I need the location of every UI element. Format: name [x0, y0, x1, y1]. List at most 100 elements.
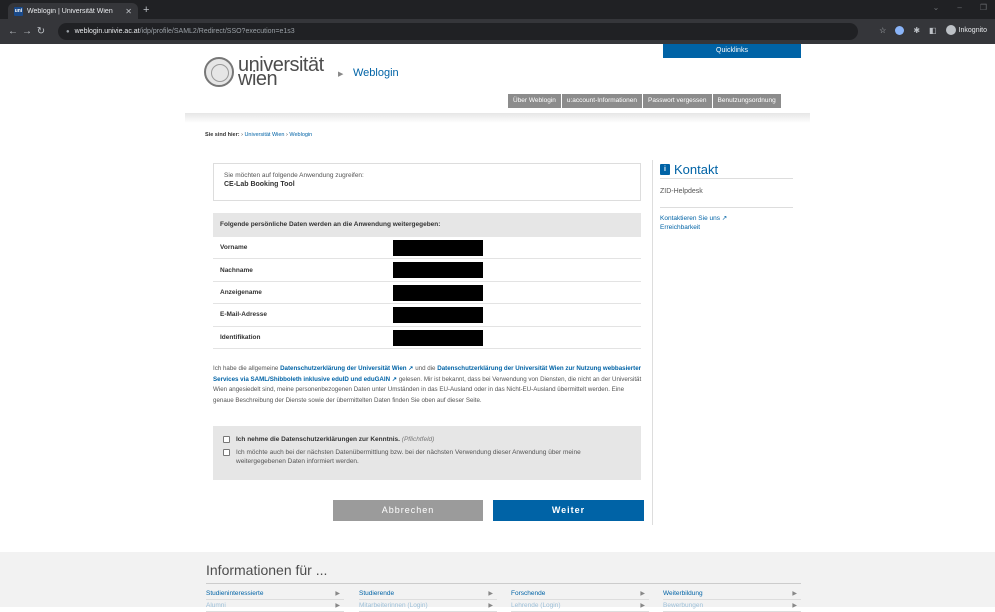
triangle-right-icon: ▶ — [335, 591, 340, 597]
incognito-indicator[interactable]: Inkognito — [945, 25, 987, 35]
helpdesk-label: ZID-Helpdesk — [660, 188, 793, 208]
forward-arrow-icon[interactable]: → — [20, 26, 34, 37]
incognito-icon — [945, 25, 956, 35]
chevron-down-icon[interactable]: ⌄ — [933, 3, 940, 12]
close-tab-icon[interactable]: ✕ — [125, 7, 132, 16]
redacted-value — [393, 329, 483, 346]
footer: Informationen für ... Studieninteressier… — [0, 552, 995, 612]
breadcrumb: Sie sind hier: › Universität Wien › Webl… — [205, 132, 312, 138]
breadcrumb-item-weblogin[interactable]: Weblogin — [289, 132, 312, 138]
footer-link[interactable]: Alumni ▶ — [206, 602, 344, 612]
breadcrumb-label: Sie sind hier: — [205, 132, 240, 138]
footer-link-label: Studieninteressierte — [206, 590, 264, 597]
univie-favicon-icon: uni — [14, 6, 23, 16]
footer-link-label: Studierende — [359, 590, 395, 597]
reload-icon[interactable]: ↻ — [34, 26, 48, 37]
sidebar-divider — [652, 160, 653, 525]
table-row: Nachname — [213, 259, 641, 282]
incognito-label: Inkognito — [958, 26, 987, 34]
nav-benutzungsordnung[interactable]: Benutzungsordnung — [712, 94, 782, 108]
triangle-right-icon: ▶ — [488, 591, 493, 597]
redacted-value — [393, 307, 483, 324]
contact-us-link[interactable]: Kontaktieren Sie uns ↗ — [660, 214, 727, 222]
triangle-right-icon: ▶ — [640, 591, 645, 597]
redacted-value — [393, 262, 483, 279]
browser-tab[interactable]: uni Weblogin | Universität Wien ✕ — [8, 3, 138, 19]
univie-logo[interactable]: universität wien — [204, 55, 324, 89]
table-row: Vorname — [213, 237, 641, 260]
app-name: CE-Lab Booking Tool — [224, 181, 295, 188]
quicklinks-button[interactable]: Quicklinks — [663, 44, 801, 58]
row-label: Identifikation — [220, 333, 261, 341]
footer-link-label: Weiterbildung — [663, 590, 703, 597]
cancel-button[interactable]: Abbrechen — [333, 500, 483, 521]
footer-link[interactable]: Forschende ▶ — [511, 590, 649, 600]
contact-heading: i Kontakt — [660, 160, 793, 179]
consent-checkbox-panel: Ich nehme die Datenschutzerklärungen zur… — [213, 426, 641, 480]
star-icon[interactable]: ☆ — [879, 26, 886, 35]
nav-ueber-weblogin[interactable]: Über Weblogin — [508, 94, 562, 108]
address-bar[interactable]: ● weblogin.univie.ac.at/idp/profile/SAML… — [58, 23, 858, 40]
tab-title: Weblogin | Universität Wien — [27, 7, 113, 15]
footer-divider — [206, 583, 801, 584]
nav-uaccount-info[interactable]: u:account-Informationen — [561, 94, 643, 108]
contact-icon: i — [660, 163, 670, 175]
redacted-value — [393, 240, 483, 256]
table-row: Identifikation — [213, 327, 641, 349]
consent-checkbox-label-wrapper[interactable]: Ich nehme die Datenschutzerklärungen zur… — [236, 435, 434, 444]
breadcrumb-sep: › — [241, 132, 243, 138]
consent-checkbox-label: Ich nehme die Datenschutzerklärungen zur… — [236, 436, 400, 443]
next-button[interactable]: Weiter — [493, 500, 644, 521]
section-title[interactable]: Weblogin — [353, 67, 399, 79]
window-controls: ⌄ – ❐ — [933, 3, 987, 12]
footer-link[interactable]: Mitarbeiterinnen (Login) ▶ — [359, 602, 497, 612]
consent-paragraph: Ich habe die allgemeine Datenschutzerklä… — [213, 364, 645, 406]
back-arrow-icon[interactable]: ← — [6, 26, 20, 37]
row-label: Anzeigename — [220, 288, 262, 296]
consent-checkbox[interactable] — [223, 436, 230, 443]
application-info-box: Sie möchten auf folgende Anwendung zugre… — [213, 163, 641, 201]
browser-toolbar: ← → ↻ ● weblogin.univie.ac.at/idp/profil… — [0, 19, 995, 44]
url-host: weblogin.univie.ac.at — [74, 28, 140, 35]
sidepanel-icon[interactable]: ◧ — [929, 26, 937, 35]
top-navigation: Über Weblogin u:account-Informationen Pa… — [508, 94, 782, 108]
table-row: Anzeigename — [213, 282, 641, 305]
availability-link[interactable]: Erreichbarkeit — [660, 224, 700, 231]
nav-passwort-vergessen[interactable]: Passwort vergessen — [643, 94, 713, 108]
triangle-right-icon: ▶ — [792, 591, 797, 597]
footer-link[interactable]: Bewerbungen ▶ — [663, 602, 801, 612]
footer-link[interactable]: Weiterbildung ▶ — [663, 590, 801, 600]
footer-link-label: Forschende — [511, 590, 546, 597]
consent-text-part1: Ich habe die allgemeine — [213, 365, 281, 372]
row-label: Vorname — [220, 244, 248, 252]
privacy-policy-link-label: Datenschutzerklärung der Universität Wie… — [280, 365, 407, 372]
triangle-right-icon: ▶ — [338, 71, 344, 78]
lock-icon: ● — [66, 28, 70, 35]
puzzle-icon[interactable]: ✱ — [913, 26, 920, 35]
footer-link[interactable]: Studieninteressierte ▶ — [206, 590, 344, 600]
privacy-policy-link[interactable]: Datenschutzerklärung der Universität Wie… — [280, 365, 413, 372]
header-divider — [185, 113, 810, 123]
logo-text: universität wien — [238, 55, 324, 89]
notify-checkbox-row: Ich möchte auch bei der nächsten Datenüb… — [223, 448, 631, 466]
app-intro-text: Sie möchten auf folgende Anwendung zugre… — [224, 172, 364, 179]
notify-checkbox[interactable] — [223, 449, 230, 456]
attribute-table: Folgende persönliche Daten werden an die… — [213, 213, 641, 349]
contact-us-label: Kontaktieren Sie uns — [660, 215, 720, 222]
extension-icon[interactable] — [895, 25, 905, 35]
consent-checkbox-row: Ich nehme die Datenschutzerklärungen zur… — [223, 435, 631, 444]
new-tab-icon[interactable]: + — [143, 4, 149, 16]
restore-icon[interactable]: ❐ — [980, 3, 987, 12]
footer-link[interactable]: Studierende ▶ — [359, 590, 497, 600]
toolbar-right: ☆ ✱ ◧ Inkognito — [879, 25, 987, 35]
footer-title: Informationen für ... — [206, 562, 328, 578]
breadcrumb-item-univie[interactable]: Universität Wien — [244, 132, 284, 138]
minimize-icon[interactable]: – — [957, 3, 961, 12]
footer-link[interactable]: Lehrende (Login) ▶ — [511, 602, 649, 612]
required-hint: (Pflichtfeld) — [401, 436, 435, 443]
notify-checkbox-label[interactable]: Ich möchte auch bei der nächsten Datenüb… — [236, 448, 631, 466]
browser-tab-bar: uni Weblogin | Universität Wien ✕ + ⌄ – … — [0, 0, 995, 19]
consent-text-part2: und die — [413, 365, 438, 372]
url-path: /idp/profile/SAML2/Redirect/SSO?executio… — [139, 28, 295, 35]
redacted-value — [393, 284, 483, 301]
